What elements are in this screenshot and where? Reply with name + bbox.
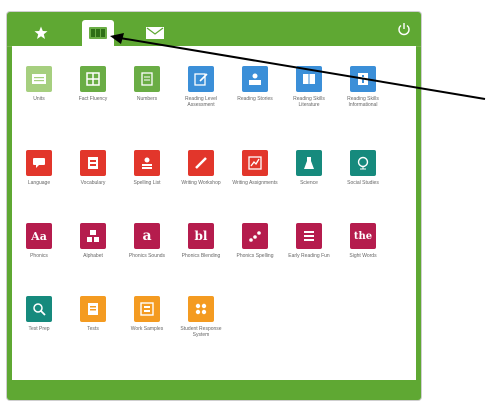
annotation-arrow xyxy=(110,33,486,100)
